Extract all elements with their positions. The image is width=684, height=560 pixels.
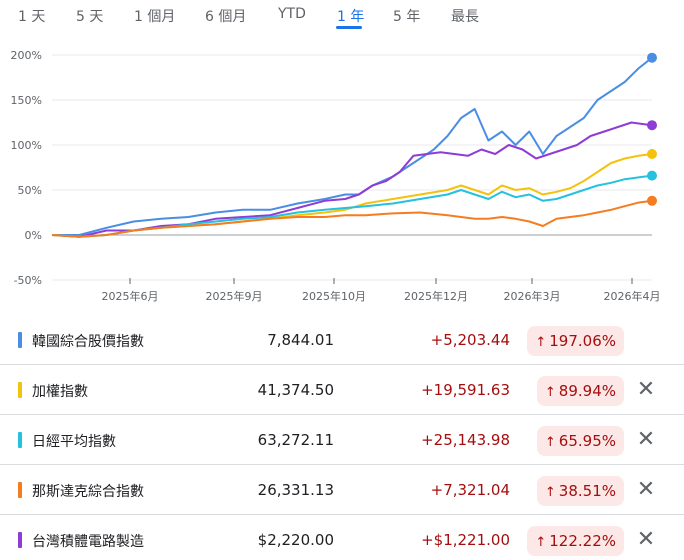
y-tick-label: 0% — [25, 229, 42, 242]
percent-value: 197.06% — [549, 332, 616, 350]
arrow-up-icon: ↑ — [535, 535, 547, 550]
series-endpoint-2 — [647, 149, 657, 159]
y-tick-label: 100% — [11, 139, 42, 152]
change-value: +25,143.98 — [421, 431, 510, 449]
price-value: 26,331.13 — [257, 481, 334, 499]
arrow-up-icon: ↑ — [535, 335, 547, 350]
change-value: +5,203.44 — [430, 331, 510, 349]
x-tick-label: 2025年10月 — [302, 289, 366, 303]
security-name: 韓國綜合股價指數 — [32, 334, 144, 350]
tab-5-years[interactable]: 5 年 — [393, 6, 420, 26]
active-tab-indicator — [336, 26, 362, 29]
x-tick-label: 2026年3月 — [504, 289, 561, 303]
series-line-3 — [51, 174, 653, 238]
tab-max[interactable]: 最長 — [451, 6, 479, 26]
arrow-up-icon: ↑ — [544, 485, 556, 500]
y-tick-label: 50% — [18, 184, 42, 197]
change-value: +7,321.04 — [430, 481, 510, 499]
percent-badge: ↑ 122.22% — [527, 526, 624, 556]
x-tick-label: 2025年9月 — [206, 289, 263, 303]
series-line-4 — [51, 199, 653, 238]
x-tick-label: 2025年12月 — [404, 289, 468, 303]
series-endpoint-1 — [647, 120, 657, 131]
price-value: 7,844.01 — [267, 331, 334, 349]
x-axis-ticks: 2025年6月 2025年9月 2025年10月 2025年12月 2026年3月 202… — [102, 278, 661, 303]
security-name: 加權指數 — [32, 384, 88, 400]
series-endpoint-3 — [647, 170, 657, 181]
list-item[interactable]: 加權指數 41,374.50 +19,591.63 ↑ 89.94% ✕ — [0, 366, 684, 415]
series-endpoint-4 — [647, 195, 657, 206]
list-item[interactable]: 台灣積體電路製造 $2,220.00 +$1,221.00 ↑ 122.22% ✕ — [0, 516, 684, 560]
list-item[interactable]: 那斯達克綜合指數 26,331.13 +7,321.04 ↑ 38.51% ✕ — [0, 466, 684, 515]
series-endpoint-0 — [647, 52, 657, 63]
y-axis-ticks: 200% 150% 100% 50% 0% -50% — [11, 49, 652, 287]
close-icon[interactable]: ✕ — [632, 376, 660, 404]
percent-value: 38.51% — [558, 482, 616, 500]
arrow-up-icon: ↑ — [544, 435, 556, 450]
percent-value: 122.22% — [549, 532, 616, 550]
percent-value: 89.94% — [558, 382, 616, 400]
time-range-tabs: 1 天 5 天 1 個月 6 個月 YTD 1 年 5 年 最長 — [0, 0, 684, 36]
tab-ytd[interactable]: YTD — [278, 6, 306, 22]
list-item[interactable]: 日經平均指數 63,272.11 +25,143.98 ↑ 65.95% ✕ — [0, 416, 684, 465]
close-icon[interactable]: ✕ — [632, 426, 660, 454]
security-name: 那斯達克綜合指數 — [32, 484, 144, 500]
series-color-swatch — [18, 482, 22, 498]
series-color-swatch — [18, 432, 22, 448]
security-name: 日經平均指數 — [32, 434, 116, 450]
percent-badge: ↑ 65.95% — [536, 426, 624, 456]
close-icon[interactable]: ✕ — [632, 526, 660, 554]
percent-badge: ↑ 38.51% — [536, 476, 624, 506]
tab-6-months[interactable]: 6 個月 — [205, 6, 246, 26]
series-color-swatch — [18, 532, 22, 548]
x-tick-label: 2025年6月 — [102, 289, 159, 303]
price-value: 41,374.50 — [257, 381, 334, 399]
list-item[interactable]: 韓國綜合股價指數 7,844.01 +5,203.44 ↑ 197.06% — [0, 316, 684, 365]
tab-1-day[interactable]: 1 天 — [18, 6, 45, 26]
y-tick-label: 150% — [11, 94, 42, 107]
arrow-up-icon: ↑ — [544, 385, 556, 400]
percent-badge: ↑ 89.94% — [536, 376, 624, 406]
price-value: $2,220.00 — [257, 531, 334, 549]
series-line-1 — [51, 121, 653, 238]
x-tick-label: 2026年4月 — [604, 289, 661, 303]
change-value: +$1,221.00 — [421, 531, 510, 549]
series-color-swatch — [18, 382, 22, 398]
tab-1-month[interactable]: 1 個月 — [134, 6, 175, 26]
close-icon[interactable]: ✕ — [632, 476, 660, 504]
series-color-swatch — [18, 332, 22, 348]
tab-5-days[interactable]: 5 天 — [76, 6, 103, 26]
change-value: +19,591.63 — [421, 381, 510, 399]
y-tick-label: 200% — [11, 49, 42, 62]
security-name: 台灣積體電路製造 — [32, 534, 144, 550]
y-tick-label: -50% — [14, 274, 42, 287]
price-value: 63,272.11 — [257, 431, 334, 449]
performance-chart: 200%150%100%50%0%-50% 2025年6月 2025年9月 2025… — [11, 49, 661, 303]
tab-1-year[interactable]: 1 年 — [337, 6, 364, 26]
percent-value: 65.95% — [558, 432, 616, 450]
percent-badge: ↑ 197.06% — [527, 326, 624, 356]
